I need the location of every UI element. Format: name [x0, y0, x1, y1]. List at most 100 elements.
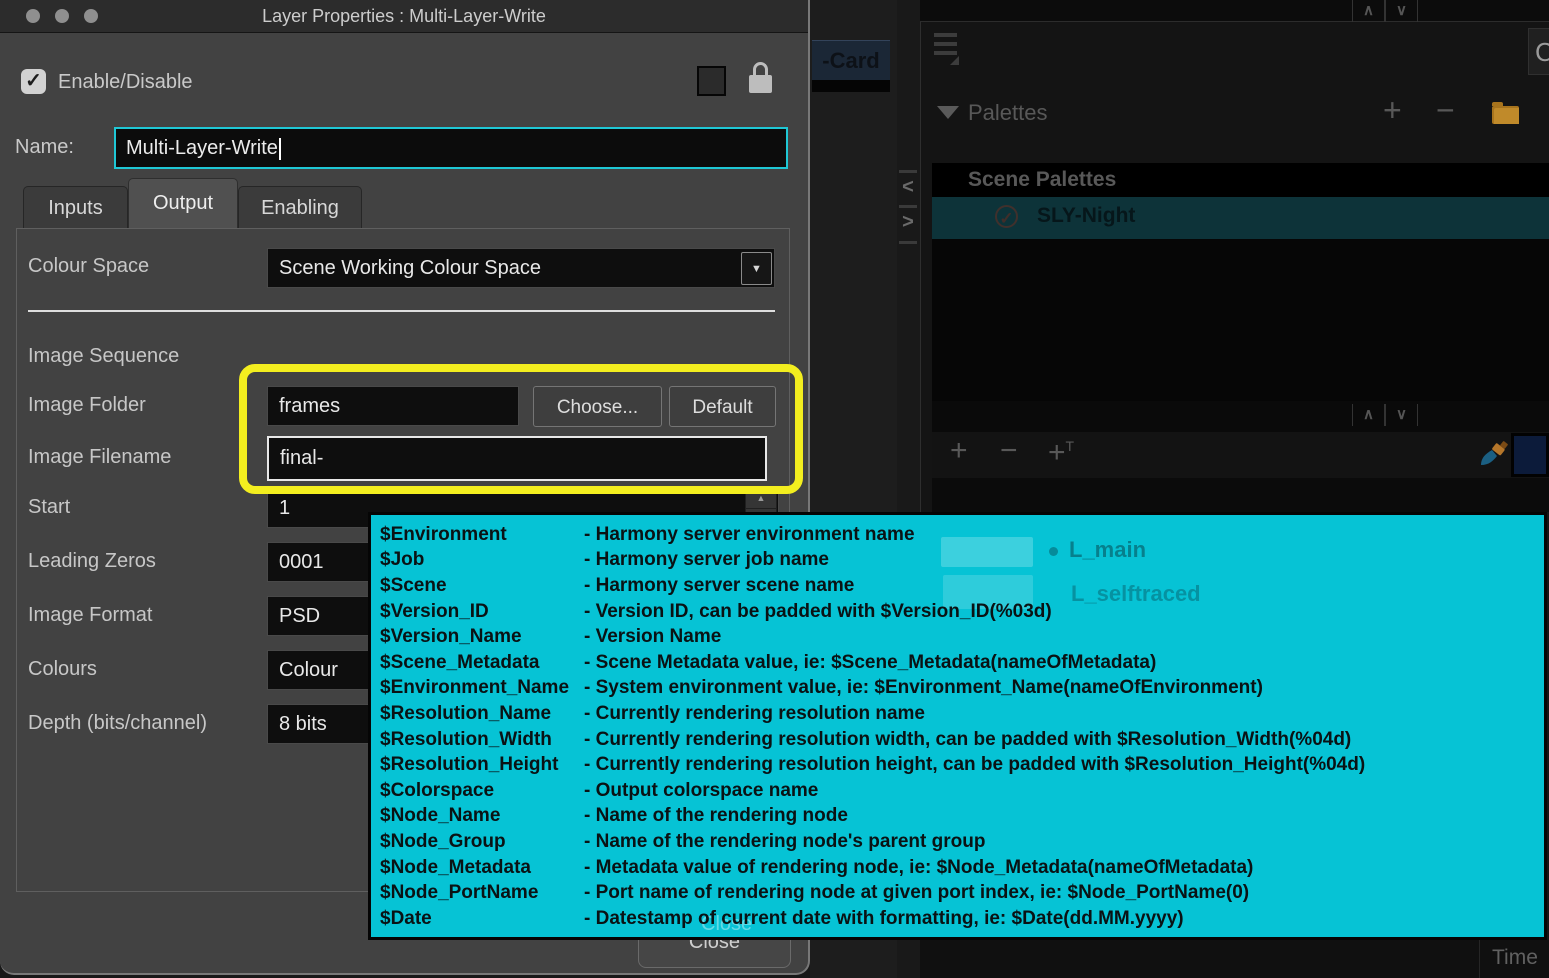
tab-inputs[interactable]: Inputs — [23, 186, 128, 229]
tooltip-variable: $Version_ID — [380, 601, 584, 623]
tooltip-description: - Currently rendering resolution name — [584, 703, 925, 725]
tooltip-description: - Name of the rendering node's parent gr… — [584, 831, 985, 853]
filename-variables-tooltip: L_main L_selftraced Close $Environment- … — [368, 512, 1547, 940]
tab-timeline-partial[interactable]: Time — [1492, 946, 1538, 970]
current-colour-swatch[interactable] — [1511, 433, 1549, 477]
tooltip-variable: $Environment — [380, 524, 584, 546]
tooltip-description: - Currently rendering resolution width, … — [584, 729, 1351, 751]
lock-icon[interactable] — [749, 75, 772, 93]
tooltip-line: $Node_PortName- Port name of rendering n… — [380, 880, 1540, 906]
collapse-left-icon[interactable]: < — [899, 176, 917, 199]
text-caret — [279, 138, 281, 160]
tooltip-description: - Datestamp of current date with formatt… — [584, 908, 1184, 930]
link-palette-folder-icon[interactable] — [1492, 106, 1519, 124]
tooltip-line: $Environment- Harmony server environment… — [380, 522, 1540, 548]
remove-colour-icon[interactable]: − — [1000, 434, 1018, 468]
lock-icon[interactable] — [753, 62, 768, 76]
dropdown-arrow-icon[interactable]: ▼ — [741, 252, 772, 285]
tooltip-variable: $Resolution_Width — [380, 729, 584, 751]
panel-tab-partial[interactable]: C — [1528, 28, 1549, 75]
palette-name: SLY-Night — [1037, 204, 1135, 228]
tooltip-line: $Resolution_Width- Currently rendering r… — [380, 727, 1540, 753]
tooltip-description: - Scene Metadata value, ie: $Scene_Metad… — [584, 652, 1156, 674]
tooltip-line: $Node_Metadata- Metadata value of render… — [380, 855, 1540, 881]
tooltip-variable: $Environment_Name — [380, 677, 584, 699]
enable-disable-checkbox[interactable]: ✓ — [21, 69, 46, 94]
start-value: 1 — [279, 497, 290, 519]
add-colour-icon[interactable]: + — [950, 434, 968, 468]
tooltip-line: $Resolution_Height- Currently rendering … — [380, 752, 1540, 778]
expand-right-icon[interactable]: > — [899, 211, 917, 234]
tooltip-variable: $Node_Name — [380, 805, 584, 827]
name-label: Name: — [15, 136, 74, 159]
add-palette-icon[interactable]: + — [1383, 96, 1402, 124]
dialog-title: Layer Properties : Multi-Layer-Write — [0, 6, 808, 27]
tooltip-description: - Metadata value of rendering node, ie: … — [584, 857, 1253, 879]
swatch-toolbar — [932, 432, 1549, 478]
divider-handle-bar — [899, 205, 917, 208]
panel-menu-icon[interactable] — [934, 51, 957, 55]
leading-zeros-value: 0001 — [279, 551, 324, 573]
tooltip-description: - Port name of rendering node at given p… — [584, 882, 1249, 904]
name-input[interactable]: Multi-Layer-Write — [114, 127, 788, 169]
panel-menu-icon[interactable] — [934, 42, 957, 46]
swatch-pager-row — [932, 401, 1549, 432]
palette-list: Scene Palettes ✓ SLY-Night — [932, 163, 1549, 401]
palettes-collapse-icon[interactable] — [937, 106, 959, 119]
tooltip-variable: $Node_PortName — [380, 882, 584, 904]
tooltip-description: - Harmony server job name — [584, 549, 829, 571]
divider-handle-bar — [899, 241, 917, 244]
tab-card-partial[interactable]: -Card — [812, 40, 890, 80]
palettes-section-label: Palettes — [968, 100, 1048, 126]
colours-label: Colours — [28, 658, 97, 681]
tooltip-description: - Currently rendering resolution height,… — [584, 754, 1365, 776]
tooltip-lines: $Environment- Harmony server environment… — [380, 522, 1540, 932]
image-format-value: PSD — [279, 605, 320, 627]
colour-space-label: Colour Space — [28, 255, 149, 278]
paintbrush-icon[interactable] — [1479, 441, 1509, 467]
tooltip-line: $Scene_Metadata- Scene Metadata value, i… — [380, 650, 1540, 676]
swatch-pager: ∧ ∨ — [1352, 404, 1418, 426]
scroll-up-icon[interactable]: ∧ — [1352, 0, 1385, 22]
add-texture-icon[interactable]: +T — [1048, 436, 1074, 470]
colours-value: Colour — [279, 659, 338, 681]
panel-menu-icon[interactable] — [934, 33, 957, 37]
panel-menu-corner-icon — [950, 56, 959, 65]
tooltip-line: $Resolution_Name- Currently rendering re… — [380, 701, 1540, 727]
scroll-down-icon[interactable]: ∨ — [1385, 0, 1418, 22]
layer-colour-swatch[interactable] — [697, 66, 726, 96]
tooltip-line: $Scene- Harmony server scene name — [380, 573, 1540, 599]
scroll-up-icon[interactable]: ∧ — [1352, 404, 1385, 426]
remove-palette-icon[interactable]: − — [1436, 96, 1455, 124]
tooltip-variable: $Colorspace — [380, 780, 584, 802]
scene-palettes-header: Scene Palettes — [932, 163, 1549, 197]
tooltip-variable: $Version_Name — [380, 626, 584, 648]
image-filename-label: Image Filename — [28, 446, 171, 469]
palette-check-icon: ✓ — [995, 205, 1018, 228]
start-label: Start — [28, 496, 70, 519]
panel-pager: ∧ ∨ — [1352, 0, 1418, 22]
depth-label: Depth (bits/channel) — [28, 712, 207, 735]
palette-row-selected[interactable]: ✓ SLY-Night — [932, 197, 1549, 239]
tooltip-line: $Version_ID- Version ID, can be padded w… — [380, 599, 1540, 625]
tooltip-line: $Node_Group- Name of the rendering node'… — [380, 829, 1540, 855]
card-tab-underline — [812, 80, 890, 92]
divider-handle-bar — [899, 170, 917, 173]
colour-space-select[interactable]: Scene Working Colour Space — [267, 248, 775, 288]
tooltip-description: - Version Name — [584, 626, 721, 648]
tooltip-line: $Date- Datestamp of current date with fo… — [380, 906, 1540, 932]
tooltip-variable: $Resolution_Name — [380, 703, 584, 725]
dialog-titlebar[interactable]: Layer Properties : Multi-Layer-Write — [0, 0, 808, 33]
swatch-list-top — [932, 478, 1549, 512]
tab-enabling[interactable]: Enabling — [238, 186, 362, 229]
tooltip-variable: $Date — [380, 908, 584, 930]
tooltip-description: - Name of the rendering node — [584, 805, 848, 827]
image-folder-label: Image Folder — [28, 394, 146, 417]
scroll-down-icon[interactable]: ∨ — [1385, 404, 1418, 426]
tooltip-variable: $Scene — [380, 575, 584, 597]
texture-t-icon: T — [1066, 438, 1075, 454]
tooltip-variable: $Node_Group — [380, 831, 584, 853]
tooltip-description: - Harmony server scene name — [584, 575, 854, 597]
highlight-annotation-box — [239, 364, 803, 494]
tab-output[interactable]: Output — [128, 178, 238, 229]
